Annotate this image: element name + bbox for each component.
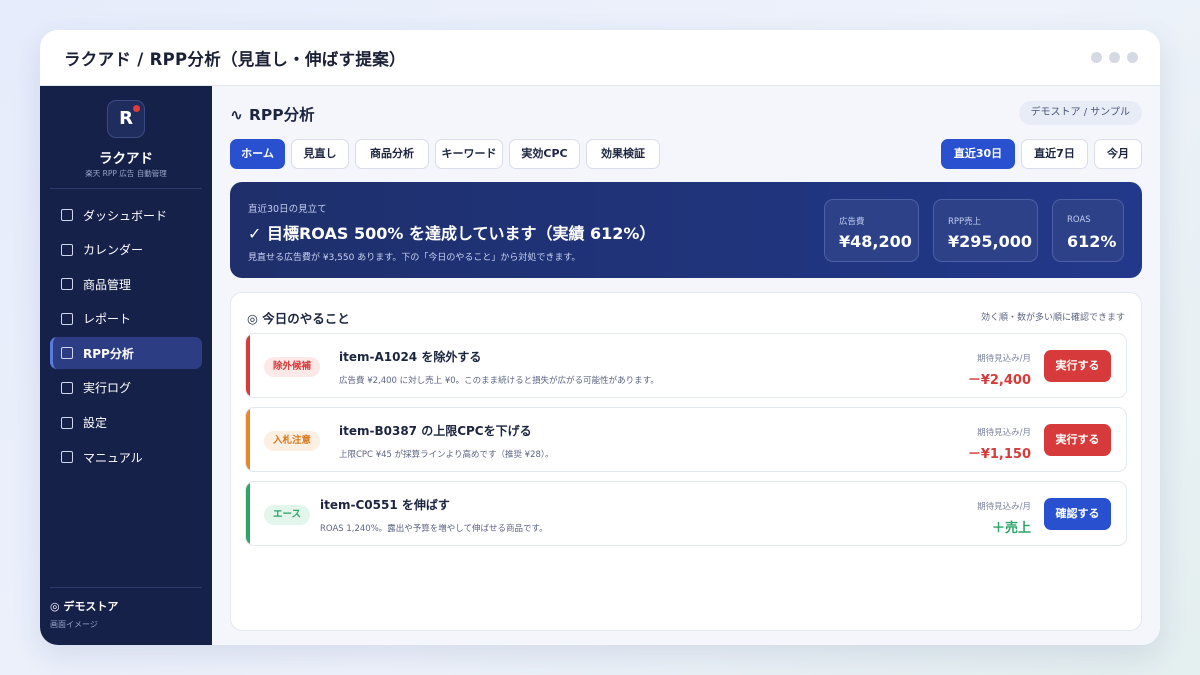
page-title-label: RPP分析 — [249, 106, 315, 124]
sidebar-divider — [50, 188, 202, 189]
task-accent-bar — [246, 334, 250, 397]
expected-value: －¥1,150 — [967, 447, 1031, 462]
sidebar-item-label: 商品管理 — [83, 277, 132, 292]
kpi-label: 広告費 — [839, 217, 865, 227]
sidebar-item-label: 設定 — [83, 416, 108, 431]
tab-keywords[interactable]: キーワード — [435, 139, 503, 169]
checkbox-icon — [61, 451, 73, 464]
sidebar-item-products[interactable]: 商品管理 — [50, 268, 202, 300]
expected-label: 期待見込み/月 — [977, 502, 1031, 512]
title-bar: ラクアド / RPP分析（見直し・伸ばす提案） — [40, 30, 1160, 86]
tab-home[interactable]: ホーム — [230, 139, 285, 169]
kpi-rpp-sales: RPP売上 ¥295,000 — [933, 199, 1038, 262]
kpi-value: 612% — [1067, 232, 1117, 251]
task-title: item-C0551 を伸ばす — [320, 498, 450, 512]
sidebar-item-label: カレンダー — [83, 243, 144, 258]
task-accent-bar — [246, 482, 250, 545]
execute-button[interactable]: 実行する — [1044, 350, 1111, 382]
task-description: 広告費 ¥2,400 に対し売上 ¥0。このまま続けると損失が広がる可能性があり… — [339, 376, 659, 386]
checkbox-icon — [61, 209, 73, 221]
main-content: ∿ RPP分析 デモストア / サンプル ホーム 見直し 商品分析 キーワード 実… — [212, 86, 1160, 645]
checkbox-icon — [61, 347, 73, 360]
brand-name: ラクアド — [99, 151, 153, 167]
window-title: ラクアド / RPP分析（見直し・伸ばす提案） — [64, 49, 406, 69]
window-controls — [1091, 52, 1138, 63]
tab-effect-verification[interactable]: 効果検証 — [586, 139, 660, 169]
sidebar: R ラクアド 楽天 RPP 広告 自動管理 ダッシュボード カレンダー 商品管理… — [40, 86, 212, 645]
task-badge: エース — [264, 505, 311, 525]
expected-value: ＋売上 — [991, 521, 1031, 536]
checkbox-icon — [61, 416, 73, 429]
sidebar-item-execution-log[interactable]: 実行ログ — [50, 372, 202, 404]
sidebar-item-label: レポート — [83, 312, 132, 327]
task-description: 上限CPC ¥45 が採算ラインより高めです（推奨 ¥28）。 — [339, 450, 554, 460]
task-title: item-A1024 を除外する — [339, 350, 482, 364]
sidebar-item-label: 実行ログ — [83, 381, 132, 396]
app-window: ラクアド / RPP分析（見直し・伸ばす提案） R ラクアド 楽天 RPP 広告… — [40, 30, 1160, 645]
task-description: ROAS 1,240%。露出や予算を増やして伸ばせる商品です。 — [320, 524, 548, 534]
task-badge: 除外候補 — [264, 357, 321, 377]
confirm-button[interactable]: 確認する — [1044, 498, 1111, 530]
tab-review[interactable]: 見直し — [291, 139, 349, 169]
summary-note: 見直せる広告費が ¥3,550 あります。下の「今日のやること」から対処できます… — [248, 253, 581, 263]
tab-product-analysis[interactable]: 商品分析 — [355, 139, 429, 169]
logo-dot-icon — [133, 105, 140, 112]
expected-label: 期待見込み/月 — [977, 354, 1031, 364]
expected-value: －¥2,400 — [967, 373, 1031, 388]
summary-title: ✓ 目標ROAS 500% を達成しています（実績 612%） — [248, 224, 656, 243]
analytics-icon: ∿ — [230, 106, 243, 124]
todo-hint: 効く順・数が多い順に確認できます — [980, 313, 1125, 323]
logo-letter: R — [119, 108, 133, 129]
task-accent-bar — [246, 408, 250, 471]
summary-label: 直近30日の見立て — [248, 204, 327, 215]
window-dot-icon[interactable] — [1091, 52, 1102, 63]
todo-title: ◎ 今日のやること — [247, 311, 350, 326]
task-card: 入札注意 item-B0387 の上限CPCを下げる 上限CPC ¥45 が採算… — [245, 407, 1127, 472]
kpi-value: ¥295,000 — [948, 232, 1033, 251]
sidebar-item-reports[interactable]: レポート — [50, 303, 202, 335]
checkbox-icon — [61, 312, 73, 325]
store-chip[interactable]: デモストア / サンプル — [1018, 101, 1142, 125]
todo-panel: ◎ 今日のやること 効く順・数が多い順に確認できます 除外候補 item-A10… — [230, 292, 1142, 631]
window-dot-icon[interactable] — [1127, 52, 1138, 63]
kpi-label: ROAS — [1067, 215, 1091, 225]
period-30-days[interactable]: 直近30日 — [941, 139, 1015, 169]
sidebar-footer-divider — [50, 587, 202, 588]
sidebar-item-settings[interactable]: 設定 — [50, 407, 202, 439]
sidebar-item-label: RPP分析 — [83, 346, 134, 361]
period-tabs: 直近30日 直近7日 今月 — [941, 139, 1142, 169]
brand-subtitle: 楽天 RPP 広告 自動管理 — [85, 169, 167, 178]
summary-banner: 直近30日の見立て ✓ 目標ROAS 500% を達成しています（実績 612%… — [230, 182, 1142, 278]
analysis-tabs: ホーム 見直し 商品分析 キーワード 実効CPC 効果検証 — [230, 139, 660, 169]
sidebar-item-manual[interactable]: マニュアル — [50, 441, 202, 473]
expected-label: 期待見込み/月 — [977, 428, 1031, 438]
store-name: ◎ デモストア — [50, 600, 119, 613]
task-card: エース item-C0551 を伸ばす ROAS 1,240%。露出や予算を増や… — [245, 481, 1127, 546]
app-logo: R — [107, 100, 145, 138]
checkbox-icon — [61, 243, 73, 256]
sidebar-item-calendar[interactable]: カレンダー — [50, 234, 202, 266]
window-dot-icon[interactable] — [1109, 52, 1120, 63]
checkbox-icon — [61, 381, 73, 394]
task-badge: 入札注意 — [264, 431, 321, 451]
kpi-roas: ROAS 612% — [1052, 199, 1124, 262]
sidebar-item-rpp-analysis[interactable]: RPP分析 — [50, 337, 202, 370]
page-title: ∿ RPP分析 — [230, 103, 315, 125]
kpi-label: RPP売上 — [948, 217, 982, 227]
sidebar-item-label: ダッシュボード — [83, 208, 168, 223]
kpi-value: ¥48,200 — [839, 232, 912, 251]
sidebar-nav: ダッシュボード カレンダー 商品管理 レポート RPP分析 実行ログ 設定 マニ… — [50, 199, 202, 476]
sidebar-item-dashboard[interactable]: ダッシュボード — [50, 199, 202, 231]
tab-effective-cpc[interactable]: 実効CPC — [509, 139, 580, 169]
kpi-ad-spend: 広告費 ¥48,200 — [824, 199, 919, 262]
store-subtitle: 画面イメージ — [50, 620, 98, 629]
execute-button[interactable]: 実行する — [1044, 424, 1111, 456]
period-7-days[interactable]: 直近7日 — [1021, 139, 1088, 169]
period-this-month[interactable]: 今月 — [1094, 139, 1142, 169]
task-title: item-B0387 の上限CPCを下げる — [339, 424, 532, 438]
sidebar-item-label: マニュアル — [83, 450, 143, 465]
task-card: 除外候補 item-A1024 を除外する 広告費 ¥2,400 に対し売上 ¥… — [245, 333, 1127, 398]
checkbox-icon — [61, 278, 73, 291]
